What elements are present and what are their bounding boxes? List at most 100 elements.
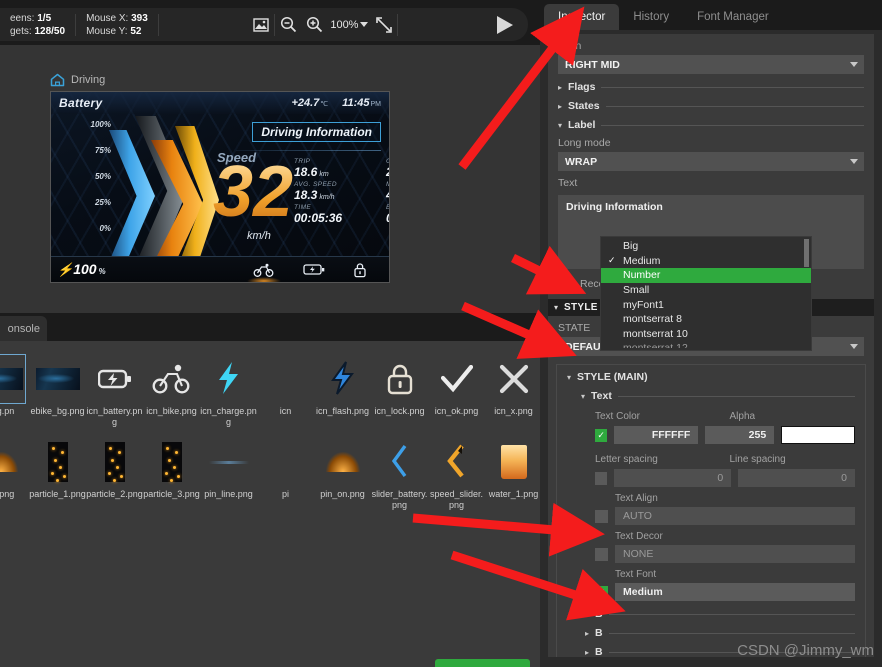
battery-title: Battery <box>59 96 103 110</box>
speed-unit: km/h <box>247 230 271 242</box>
asset-item[interactable]: icn_flash.png <box>314 355 371 428</box>
font-option[interactable]: montserrat 8 <box>601 312 811 327</box>
play-icon[interactable] <box>488 11 522 39</box>
info-value: 18.3 <box>294 188 318 202</box>
chevron-right-icon: ▸ <box>558 82 563 92</box>
asset-item[interactable]: icn_battery.png <box>86 355 143 428</box>
font-option[interactable]: Small <box>601 283 811 298</box>
info-unit: km <box>319 171 329 178</box>
zoom-in-icon[interactable] <box>301 12 327 38</box>
asset-item[interactable]: icn_x.png <box>485 355 542 428</box>
text-decor-label-row: Text Decor <box>585 530 865 543</box>
long-mode-dropdown[interactable]: WRAP <box>558 152 864 171</box>
zoom-out-icon[interactable] <box>275 12 301 38</box>
chevron-down-icon <box>850 62 858 67</box>
bike-icon <box>148 355 196 403</box>
style-main-header[interactable]: ▾ STYLE (MAIN) <box>567 371 855 383</box>
asset-filename: particle_2.png <box>86 489 143 499</box>
text-color-input[interactable]: FFFFFF <box>614 426 699 444</box>
font-option[interactable]: montserrat 12 <box>601 341 811 348</box>
line-spacing-input[interactable]: 0 <box>738 469 855 487</box>
asset-item[interactable]: pin_line.png <box>200 438 257 511</box>
tab-inspector[interactable]: Inspector <box>544 4 620 30</box>
asset-item[interactable]: particle_3.png <box>143 438 200 511</box>
align-dropdown[interactable]: RIGHT MID <box>558 55 864 74</box>
style-main-label: STYLE (MAIN) <box>577 371 648 383</box>
text-decor-checkbox[interactable] <box>595 547 608 561</box>
scale-tick: 100% <box>90 120 111 129</box>
asset-item[interactable]: icn_lock.png <box>371 355 428 428</box>
text-align-checkbox[interactable] <box>595 509 608 523</box>
font-option-partial[interactable]: montserrat 12 <box>601 341 811 348</box>
section-states[interactable]: ▸ States <box>558 100 864 112</box>
asset-item[interactable]: slider_battery.png <box>371 438 428 511</box>
text-decor-dropdown[interactable]: NONE <box>615 545 855 563</box>
info-label: ODO <box>386 158 389 165</box>
info-cell: TIME 00:05:36 <box>294 204 372 225</box>
collapsed-section[interactable]: ▸ B <box>585 608 855 620</box>
selected-label-widget[interactable]: Driving Information <box>252 122 381 142</box>
image-icon[interactable] <box>248 12 274 38</box>
battery-charge-icon[interactable] <box>303 263 325 276</box>
font-option[interactable]: Medium <box>601 254 811 269</box>
zoom-level-dropdown[interactable]: 100% <box>327 19 371 31</box>
color-swatch[interactable] <box>781 426 855 444</box>
font-option[interactable]: Big <box>601 239 811 254</box>
battery-percent-value: 100 <box>73 261 97 277</box>
asset-item[interactable]: pin_on.png <box>314 438 371 511</box>
asset-item[interactable]: particle_2.png <box>86 438 143 511</box>
asset-item[interactable]: speed_slider.png <box>428 438 485 511</box>
line-spacing-label: Line spacing <box>729 454 786 465</box>
divider <box>157 13 159 36</box>
device-preview[interactable]: Battery +24.7℃ 11:45PM Driving Informati… <box>50 91 390 283</box>
section-label[interactable]: ▾ Label <box>558 119 864 131</box>
lock-icon[interactable] <box>353 262 367 278</box>
asset-filename: on.png <box>0 489 15 499</box>
text-group-header[interactable]: ▾ Text <box>581 390 855 402</box>
asset-item[interactable]: water_1.png <box>485 438 542 511</box>
asset-item[interactable]: ebike_bg.png <box>29 355 86 428</box>
tab-console[interactable]: onsole <box>0 316 47 341</box>
font-option[interactable]: montserrat 10 <box>601 327 811 342</box>
tab-history[interactable]: History <box>619 4 683 30</box>
info-unit: km/h <box>319 194 335 201</box>
divider <box>608 613 855 615</box>
section-flags[interactable]: ▸ Flags <box>558 81 864 93</box>
asset-item[interactable]: icn_bike.png <box>143 355 200 428</box>
fit-to-screen-icon[interactable] <box>371 12 397 38</box>
asset-item[interactable]: pi <box>257 438 314 511</box>
asset-item[interactable]: particle_1.png <box>29 438 86 511</box>
asset-filename: slider_battery.png <box>371 489 428 510</box>
tab-font-manager[interactable]: Font Manager <box>683 4 783 30</box>
letter-spacing-checkbox[interactable] <box>595 471 608 485</box>
text-font-checkbox[interactable]: ✓ <box>595 585 608 599</box>
font-options-dropdown[interactable]: BigMediumNumberSmallmyFont1montserrat 8m… <box>600 236 812 352</box>
asset-item[interactable]: _bg.pn <box>0 354 29 428</box>
pin-line-thumb <box>205 438 253 486</box>
alpha-label: Alpha <box>729 411 756 422</box>
text-color-checkbox[interactable]: ✓ <box>595 428 608 442</box>
particle-thumb <box>91 438 139 486</box>
asset-grid[interactable]: _bg.pn ebike_bg.pngicn_battery.pngicn_bik… <box>0 341 542 521</box>
asset-item[interactable]: icn_ok.png <box>428 355 485 428</box>
recolor-checkbox[interactable] <box>558 277 571 290</box>
text-align-dropdown[interactable]: AUTO <box>615 507 855 525</box>
letter-spacing-input[interactable]: 0 <box>614 469 732 487</box>
text-font-dropdown[interactable]: Medium <box>615 583 855 601</box>
asset-item[interactable]: on.png <box>0 438 29 511</box>
screen-wrapper: Driving Battery +24.7℃ 11:45PM Driving I… <box>50 69 390 283</box>
collapsed-section[interactable]: ▸ B <box>585 627 855 639</box>
text-font-label-row: Text Font <box>585 568 865 581</box>
bike-icon[interactable] <box>247 263 281 282</box>
info-value: 287.7 <box>386 165 389 179</box>
bottom-green-indicator[interactable] <box>435 659 530 667</box>
asset-filename: icn_charge.png <box>200 406 257 427</box>
font-option[interactable]: Number <box>601 268 811 283</box>
asset-item[interactable]: icn_charge.png <box>200 355 257 428</box>
alpha-input[interactable]: 255 <box>705 426 775 444</box>
device-nav-icons <box>247 262 367 282</box>
font-option[interactable]: myFont1 <box>601 297 811 312</box>
asset-item[interactable]: icn <box>257 355 314 428</box>
long-mode-value: WRAP <box>565 155 598 168</box>
asset-filename: icn_x.png <box>494 406 533 416</box>
